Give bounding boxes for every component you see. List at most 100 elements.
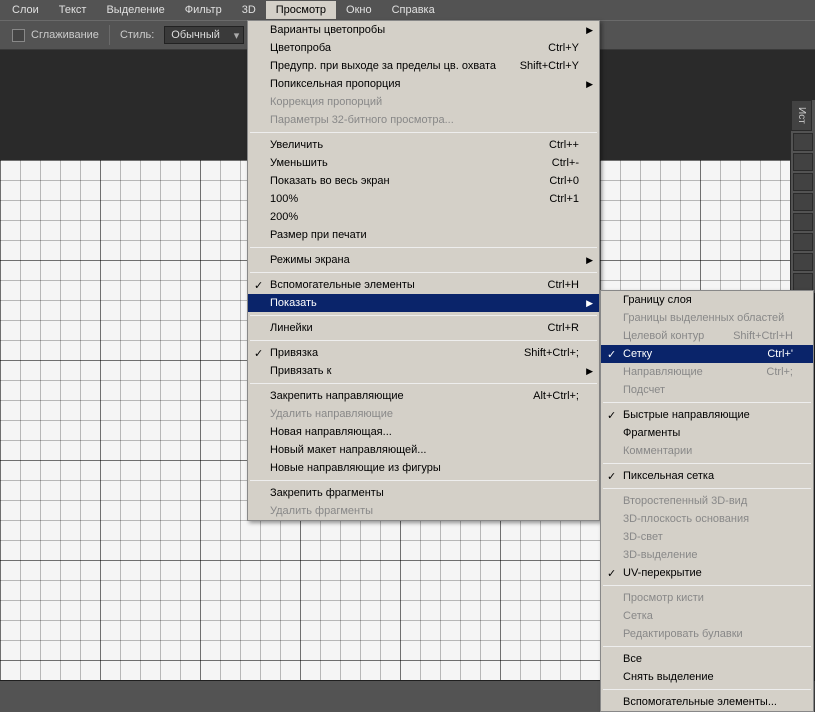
- show-submenu-item: Просмотр кисти: [601, 589, 813, 607]
- menu-item-label: Второстепенный 3D-вид: [623, 495, 747, 507]
- style-label: Стиль:: [120, 29, 154, 41]
- side-panel: Ист: [791, 100, 815, 293]
- show-submenu-item[interactable]: ✓ Быстрые направляющие: [601, 406, 813, 424]
- panel-button[interactable]: [793, 233, 813, 251]
- show-submenu-item: Комментарии: [601, 442, 813, 460]
- menubar-item[interactable]: Текст: [49, 1, 97, 19]
- style-dropdown[interactable]: Обычный: [164, 26, 244, 44]
- checkbox-icon: [12, 29, 25, 42]
- menu-separator: [603, 646, 811, 647]
- menu-separator: [250, 480, 597, 481]
- menu-item-label: Удалить фрагменты: [270, 505, 373, 517]
- show-submenu-item[interactable]: Все: [601, 650, 813, 668]
- view-menu-item[interactable]: Варианты цветопробы▶: [248, 21, 599, 39]
- menu-item-label: Новые направляющие из фигуры: [270, 462, 441, 474]
- menu-separator: [603, 488, 811, 489]
- menu-item-label: Цветопроба: [270, 42, 331, 54]
- menubar-item[interactable]: Фильтр: [175, 1, 232, 19]
- menu-separator: [250, 340, 597, 341]
- submenu-arrow-icon: ▶: [586, 366, 593, 377]
- view-menu-item[interactable]: Привязать к▶: [248, 362, 599, 380]
- view-menu-item[interactable]: УвеличитьCtrl++: [248, 136, 599, 154]
- view-menu-item[interactable]: Показать во весь экранCtrl+0: [248, 172, 599, 190]
- view-menu-item[interactable]: Режимы экрана▶: [248, 251, 599, 269]
- show-submenu-item[interactable]: Вспомогательные элементы...: [601, 693, 813, 711]
- menu-separator: [250, 132, 597, 133]
- view-menu-item[interactable]: Закрепить направляющиеAlt+Ctrl+;: [248, 387, 599, 405]
- menu-shortcut: Ctrl+': [747, 348, 793, 360]
- menu-shortcut: Alt+Ctrl+;: [513, 390, 579, 402]
- menubar-item[interactable]: Просмотр: [266, 1, 336, 19]
- show-submenu-item: Сетка: [601, 607, 813, 625]
- view-menu-item[interactable]: 100%Ctrl+1: [248, 190, 599, 208]
- panel-button[interactable]: [793, 213, 813, 231]
- view-menu-item[interactable]: Цветопроба Ctrl+Y: [248, 39, 599, 57]
- menu-item-label: Параметры 32-битного просмотра...: [270, 114, 454, 126]
- panel-button[interactable]: [793, 253, 813, 271]
- view-menu-item[interactable]: Линейки Ctrl+R: [248, 319, 599, 337]
- view-menu-item[interactable]: Новая направляющая...: [248, 423, 599, 441]
- menu-item-label: Просмотр кисти: [623, 592, 704, 604]
- menubar-item[interactable]: Окно: [336, 1, 382, 19]
- view-menu-item[interactable]: ✓Вспомогательные элементыCtrl+H: [248, 276, 599, 294]
- menubar-item[interactable]: 3D: [232, 1, 266, 19]
- menu-item-label: Закрепить фрагменты: [270, 487, 384, 499]
- view-menu-item[interactable]: Показать▶: [248, 294, 599, 312]
- menu-item-label: Предупр. при выходе за пределы цв. охват…: [270, 60, 496, 72]
- panel-button[interactable]: [793, 193, 813, 211]
- panel-button[interactable]: [793, 273, 813, 291]
- show-submenu-item[interactable]: Фрагменты: [601, 424, 813, 442]
- smoothing-option[interactable]: Сглаживание: [12, 29, 99, 42]
- menu-item-label: Подсчет: [623, 384, 665, 396]
- menu-item-label: Новая направляющая...: [270, 426, 392, 438]
- menu-separator: [603, 402, 811, 403]
- show-submenu-item[interactable]: Снять выделение: [601, 668, 813, 686]
- menu-shortcut: Ctrl+R: [528, 322, 579, 334]
- show-submenu-item[interactable]: ✓UV-перекрытие: [601, 564, 813, 582]
- menu-item-label: Редактировать булавки: [623, 628, 743, 640]
- menu-item-label: Удалить направляющие: [270, 408, 393, 420]
- view-menu-item[interactable]: ✓ПривязкаShift+Ctrl+;: [248, 344, 599, 362]
- view-menu-item[interactable]: Предупр. при выходе за пределы цв. охват…: [248, 57, 599, 75]
- show-submenu-item[interactable]: ✓СеткуCtrl+': [601, 345, 813, 363]
- smoothing-label: Сглаживание: [31, 29, 99, 41]
- show-submenu[interactable]: Границу слояГраницы выделенных областейЦ…: [600, 290, 814, 712]
- menu-item-label: Показать во весь экран: [270, 175, 390, 187]
- menubar-item[interactable]: Выделение: [96, 1, 174, 19]
- view-menu-item[interactable]: Размер при печати: [248, 226, 599, 244]
- menu-item-label: 3D-свет: [623, 531, 663, 543]
- show-submenu-item[interactable]: Границу слоя: [601, 291, 813, 309]
- view-menu-item[interactable]: УменьшитьCtrl+-: [248, 154, 599, 172]
- menu-shortcut: Ctrl+Y: [528, 42, 579, 54]
- view-menu-item[interactable]: Новый макет направляющей...: [248, 441, 599, 459]
- check-icon: ✓: [607, 348, 616, 361]
- panel-button[interactable]: [793, 153, 813, 171]
- menu-separator: [250, 272, 597, 273]
- history-tab[interactable]: Ист: [791, 100, 812, 131]
- menubar-item[interactable]: Справка: [382, 1, 445, 19]
- toolbar-divider: [109, 25, 110, 45]
- menu-shortcut: Ctrl+;: [746, 366, 793, 378]
- view-menu-item[interactable]: Попиксельная пропорция▶: [248, 75, 599, 93]
- show-submenu-item: Подсчет: [601, 381, 813, 399]
- show-submenu-item: Редактировать булавки: [601, 625, 813, 643]
- submenu-arrow-icon: ▶: [586, 25, 593, 36]
- menu-item-label: Линейки: [270, 322, 313, 334]
- menu-item-label: Снять выделение: [623, 671, 714, 683]
- view-menu-item[interactable]: Новые направляющие из фигуры: [248, 459, 599, 477]
- panel-button[interactable]: [793, 133, 813, 151]
- check-icon: ✓: [607, 409, 616, 422]
- menu-item-label: 100%: [270, 193, 298, 205]
- menu-item-label: UV-перекрытие: [623, 567, 702, 579]
- view-menu[interactable]: Варианты цветопробы▶ Цветопроба Ctrl+Y Пред…: [247, 20, 600, 521]
- view-menu-item[interactable]: 200%: [248, 208, 599, 226]
- menu-item-label: 200%: [270, 211, 298, 223]
- check-icon: ✓: [607, 470, 616, 483]
- menu-item-label: Показать: [270, 297, 317, 309]
- menu-item-label: Быстрые направляющие: [623, 409, 750, 421]
- menubar-item[interactable]: Слои: [2, 1, 49, 19]
- style-value: Обычный: [171, 29, 220, 41]
- panel-button[interactable]: [793, 173, 813, 191]
- show-submenu-item[interactable]: ✓Пиксельная сетка: [601, 467, 813, 485]
- view-menu-item[interactable]: Закрепить фрагменты: [248, 484, 599, 502]
